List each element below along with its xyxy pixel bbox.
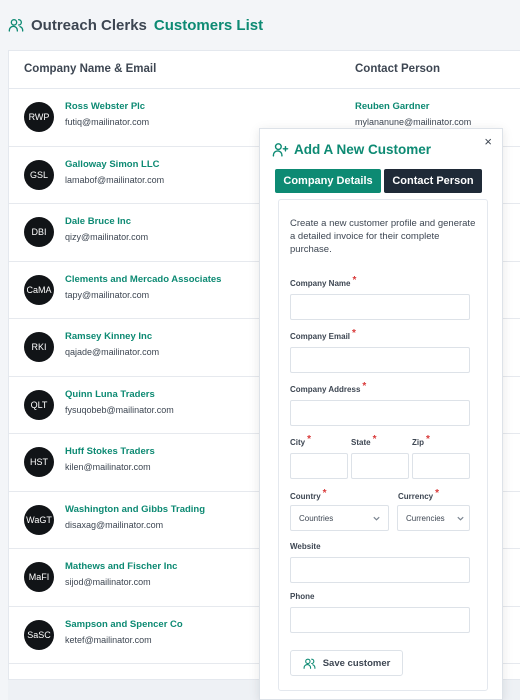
save-customer-label: Save customer bbox=[322, 657, 391, 669]
city-input[interactable] bbox=[290, 453, 348, 479]
avatar: WaGT bbox=[24, 504, 54, 535]
currency-select-value: Currencies bbox=[406, 513, 445, 523]
table-header: Company Name & Email Contact Person bbox=[9, 51, 520, 89]
label-text: Zip bbox=[412, 438, 424, 447]
add-user-icon bbox=[272, 143, 289, 157]
modal-title-text: Add A New Customer bbox=[294, 142, 432, 157]
avatar: CaMA bbox=[24, 274, 54, 305]
required-marker: * bbox=[426, 434, 430, 445]
company-email: qajade@mailinator.com bbox=[65, 347, 160, 357]
save-customer-button[interactable]: Save customer bbox=[290, 650, 403, 676]
company-email: sijod@mailinator.com bbox=[65, 577, 151, 587]
required-marker: * bbox=[322, 488, 327, 499]
country-select[interactable]: Countries bbox=[290, 505, 389, 531]
label-text: Company Name bbox=[290, 279, 351, 288]
company-name[interactable]: Huff Stokes Traders bbox=[65, 446, 155, 457]
users-icon bbox=[303, 658, 316, 669]
label-text: Currency bbox=[398, 492, 434, 501]
company-email: ketef@mailinator.com bbox=[65, 634, 152, 645]
website-label: Website bbox=[290, 542, 321, 551]
website-input[interactable] bbox=[290, 557, 470, 583]
form-description: Create a new customer profile and genera… bbox=[290, 218, 476, 255]
company-email-input[interactable] bbox=[290, 347, 470, 373]
company-name[interactable]: Ramsey Kinney Inc bbox=[65, 331, 152, 342]
city-label: City * bbox=[290, 434, 312, 448]
state-label: State * bbox=[351, 434, 377, 448]
company-name[interactable]: Sampson and Spencer Co bbox=[65, 619, 183, 630]
column-header-company: Company Name & Email bbox=[24, 63, 157, 75]
state-input[interactable] bbox=[351, 453, 409, 479]
page-header: Outreach Clerks Customers List bbox=[0, 0, 520, 50]
company-name[interactable]: Clements and Mercado Associates bbox=[65, 274, 221, 285]
zip-label: Zip * bbox=[412, 434, 430, 448]
company-email: fysuqobeb@mailinator.com bbox=[65, 404, 174, 415]
company-email: lamabof@mailinator.com bbox=[65, 174, 165, 185]
required-marker: * bbox=[307, 434, 312, 445]
avatar: RWP bbox=[24, 102, 54, 132]
modal-title: Add A New Customer bbox=[272, 141, 431, 158]
company-name-input[interactable] bbox=[290, 294, 470, 320]
company-name[interactable]: Quinn Luna Traders bbox=[65, 389, 155, 400]
tab-company-details[interactable]: Company Details bbox=[275, 169, 381, 193]
chevron-down-icon bbox=[457, 516, 464, 521]
users-icon bbox=[8, 19, 24, 32]
company-name[interactable]: Dale Bruce Inc bbox=[65, 216, 131, 227]
contact-name[interactable]: Reuben Gardner bbox=[355, 101, 429, 112]
phone-input[interactable] bbox=[290, 607, 470, 633]
avatar: RKI bbox=[24, 332, 54, 362]
contact-email: mylananune@mailinator.com bbox=[355, 117, 472, 127]
country-label: Country * bbox=[290, 488, 327, 502]
page-title: Customers List bbox=[153, 16, 264, 34]
label-text: State bbox=[351, 438, 371, 447]
label-text: Company Email bbox=[290, 332, 351, 341]
avatar: GSL bbox=[24, 159, 54, 190]
required-marker: * bbox=[372, 434, 377, 445]
company-name[interactable]: Washington and Gibbs Trading bbox=[65, 504, 205, 515]
avatar: QLT bbox=[24, 389, 54, 420]
avatar: MaFI bbox=[24, 562, 54, 592]
company-email: disaxag@mailinator.com bbox=[65, 519, 164, 530]
required-marker: * bbox=[435, 488, 440, 499]
label-text: Country bbox=[290, 492, 321, 501]
tab-contact-person[interactable]: Contact Person bbox=[384, 169, 482, 193]
company-address-input[interactable] bbox=[290, 400, 470, 426]
avatar: DBI bbox=[24, 217, 54, 247]
chevron-down-icon bbox=[373, 516, 380, 521]
currency-label: Currency * bbox=[398, 488, 440, 502]
add-customer-modal: × Add A New Customer Company Details Con… bbox=[259, 128, 503, 700]
company-email-label: Company Email * bbox=[290, 328, 356, 342]
company-name[interactable]: Mathews and Fischer Inc bbox=[65, 561, 177, 572]
column-header-contact: Contact Person bbox=[355, 63, 440, 75]
label-text: Company Address bbox=[290, 385, 361, 394]
company-email: qizy@mailinator.com bbox=[65, 232, 149, 242]
phone-label: Phone bbox=[290, 592, 315, 601]
avatar: SaSC bbox=[24, 619, 54, 650]
zip-input[interactable] bbox=[412, 453, 470, 479]
org-name: Outreach Clerks bbox=[31, 16, 147, 34]
required-marker: * bbox=[362, 381, 367, 392]
required-marker: * bbox=[352, 328, 356, 339]
company-details-form: Create a new customer profile and genera… bbox=[278, 199, 488, 691]
company-email: futiq@mailinator.com bbox=[65, 117, 150, 127]
currency-select[interactable]: Currencies bbox=[397, 505, 470, 531]
country-select-value: Countries bbox=[299, 513, 334, 523]
avatar: HST bbox=[24, 447, 54, 477]
company-email: tapy@mailinator.com bbox=[65, 289, 150, 300]
company-address-label: Company Address * bbox=[290, 381, 367, 395]
company-name-label: Company Name * bbox=[290, 275, 357, 289]
label-text: City bbox=[290, 438, 306, 447]
company-name[interactable]: Galloway Simon LLC bbox=[65, 159, 160, 170]
required-marker: * bbox=[352, 275, 357, 286]
close-icon[interactable]: × bbox=[484, 134, 492, 149]
company-email: kilen@mailinator.com bbox=[65, 462, 151, 472]
company-name[interactable]: Ross Webster Plc bbox=[65, 101, 145, 112]
